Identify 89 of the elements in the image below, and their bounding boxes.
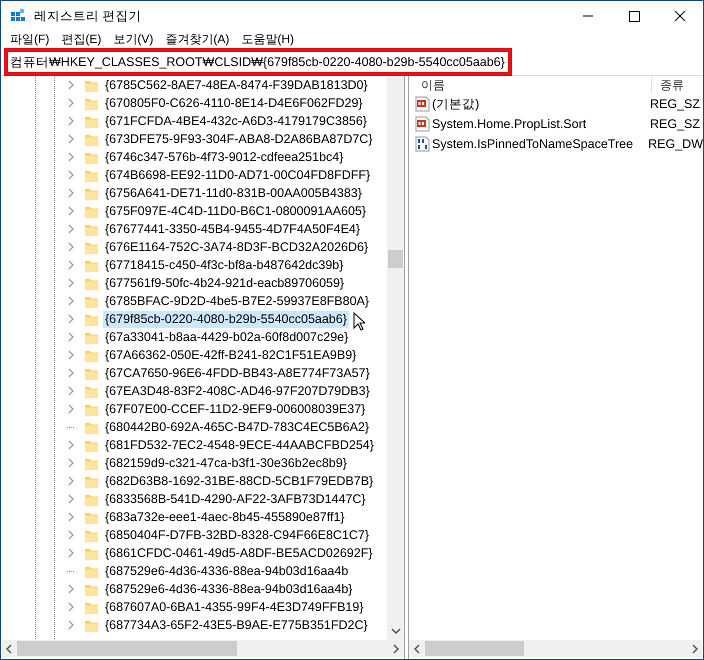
column-header[interactable]: 종류 [652, 76, 684, 94]
value-name[interactable]: System.IsPinnedToNameSpaceTree [432, 137, 648, 151]
string-value-icon [415, 116, 430, 132]
expand-icon[interactable] [67, 116, 75, 126]
expand-icon[interactable] [67, 368, 75, 378]
tree-item[interactable]: {682D63B8-1692-31BE-88CD-5CB1F79EDB7B} [103, 472, 376, 490]
column-header[interactable]: 이름 [409, 76, 652, 94]
binary-value-icon [415, 136, 430, 152]
expand-icon[interactable] [67, 224, 75, 234]
expand-icon[interactable] [67, 530, 75, 540]
expand-icon[interactable] [67, 278, 75, 288]
tree-item[interactable]: {687607A0-6BA1-4355-99F4-4E3D749FFB19} [103, 598, 366, 616]
tree-item[interactable]: {683a732e-eee1-4aec-8b45-455890e87ff1} [103, 508, 347, 526]
tree-item[interactable]: {67F07E00-CCEF-11D2-9EF9-006008039E37} [103, 400, 368, 418]
chevron-left-icon[interactable] [414, 644, 420, 654]
value-type: REG_DW [648, 137, 703, 151]
chevron-right-icon[interactable] [393, 644, 399, 654]
expand-icon[interactable] [67, 98, 75, 108]
expand-icon[interactable] [67, 152, 75, 162]
value-name[interactable]: System.Home.PropList.Sort [432, 117, 650, 131]
value-type: REG_SZ [650, 97, 700, 111]
tree-item[interactable]: {67a33041-b8aa-4429-b02a-60f8d007c29e} [103, 328, 350, 346]
tree-item[interactable]: {67677441-3350-45B4-9455-4D7F4A50F4E4} [103, 220, 362, 238]
expand-icon[interactable] [67, 602, 75, 612]
expand-icon[interactable] [67, 512, 75, 522]
expand-icon[interactable] [67, 386, 75, 396]
window-title: 레지스트리 편집기 [34, 8, 142, 24]
expand-icon[interactable] [67, 620, 75, 630]
tree-item[interactable]: {67CA7650-96E6-4FDD-BB43-A8E774F73A57} [103, 364, 372, 382]
expand-icon[interactable] [67, 260, 75, 270]
horizontal-scrollbar[interactable] [409, 640, 703, 657]
chevron-down-icon[interactable] [391, 628, 401, 634]
tree-item[interactable]: {676E1164-752C-3A74-8D3F-BCD32A2026D6} [103, 238, 370, 256]
tree-item[interactable]: {67718415-c450-4f3c-bf8a-b487642dc39b} [103, 256, 346, 274]
tree-item[interactable]: {687529e6-4d36-4336-88ea-94b03d16aa4b} [103, 580, 354, 598]
expand-icon[interactable] [67, 206, 75, 216]
expand-icon[interactable] [67, 494, 75, 504]
scrollbar-thumb[interactable] [388, 250, 403, 268]
expand-icon[interactable] [67, 188, 75, 198]
expand-icon[interactable] [67, 476, 75, 486]
expand-icon[interactable] [67, 548, 75, 558]
tree-item[interactable]: {6861CFDC-0461-49d5-A8DF-BE5ACD02692F} [103, 544, 375, 562]
mouse-pointer-icon [353, 312, 365, 331]
tree-item[interactable]: {677561f9-50fc-4b24-921d-eacb89706059} [103, 274, 346, 292]
tree-item[interactable]: {6785BFAC-9D2D-4be5-B7E2-59937E8FB80A} [103, 292, 372, 310]
vertical-scrollbar[interactable] [387, 76, 404, 640]
tree-item[interactable]: {687734A3-65F2-43E5-B9AE-E775B351FD2C} [103, 616, 370, 634]
address-field[interactable]: 컴퓨터₩HKEY_CLASSES_ROOT₩CLSID₩{679f85cb-0220-4080-b29b-5540cc05aab6} [1, 52, 703, 72]
tree-item[interactable]: {671FCFDA-4BE4-432c-A6D3-4179179C3856} [103, 112, 369, 130]
expand-icon[interactable] [67, 314, 75, 324]
tree-item[interactable]: {67EA3D48-83F2-408C-AD46-97F207D79DB3} [103, 382, 372, 400]
expand-icon[interactable] [67, 170, 75, 180]
menu-item[interactable]: 도움말(H) [240, 32, 295, 46]
tree-item[interactable]: {673DFE75-9F93-304F-ABA8-D2A86BA87D7C} [103, 130, 375, 148]
expand-icon[interactable] [67, 404, 75, 414]
menu-item[interactable]: 파일(F) [9, 32, 50, 46]
tree-item[interactable]: {682159d9-c321-47ca-b3f1-30e36b2ec8b9} [103, 454, 349, 472]
app-icon [10, 8, 26, 24]
tree-item[interactable]: {6833568B-541D-4290-AF22-3AFB73D1447C} [103, 490, 368, 508]
chevron-right-icon[interactable] [692, 644, 698, 654]
tree-item[interactable]: {675F097E-4C4D-11D0-B6C1-0800091AA605} [103, 202, 368, 220]
value-type: REG_SZ [650, 117, 700, 131]
expand-icon[interactable] [67, 584, 75, 594]
tree-item[interactable]: {670805F0-C626-4110-8E14-D4E6F062FD29} [103, 94, 365, 112]
expand-icon[interactable] [67, 134, 75, 144]
tree-item[interactable]: {674B6698-EE92-11D0-AD71-00C04FD8FDFF} [103, 166, 372, 184]
string-value-icon [415, 96, 430, 112]
menu-item[interactable]: 편집(E) [60, 32, 102, 46]
tree-item[interactable]: {680442B0-692A-465C-B47D-783C4EC5B6A2} [103, 418, 372, 436]
expand-icon[interactable] [67, 332, 75, 342]
expand-icon[interactable] [67, 440, 75, 450]
tree-item[interactable]: {687529e6-4d36-4336-88ea-94b03d16aa4b [103, 562, 350, 580]
chevron-left-icon[interactable] [6, 644, 12, 654]
tree-item[interactable]: {681FD532-7EC2-4548-9ECE-44AABCFBD254} [103, 436, 376, 454]
tree-item[interactable]: {6785C562-8AE7-48EA-8474-F39DAB1813D0} [103, 76, 370, 94]
expand-icon[interactable] [67, 80, 75, 90]
horizontal-scrollbar[interactable] [1, 640, 404, 657]
tree-item[interactable]: {679f85cb-0220-4080-b29b-5540cc05aab6} [103, 310, 349, 328]
menu-item[interactable]: 즐겨찾기(A) [164, 32, 230, 46]
tree-item[interactable]: {6746c347-576b-4f73-9012-cdfeea251bc4} [103, 148, 346, 166]
tree-item[interactable]: {6756A641-DE71-11d0-831B-00AA005B4383} [103, 184, 364, 202]
value-name[interactable]: (기본값) [432, 96, 650, 112]
expand-icon[interactable] [67, 296, 75, 306]
tree-item[interactable]: {67A66362-050E-42ff-B241-82C1F51EA9B9} [103, 346, 358, 364]
tree-item[interactable]: {6850404F-D7FB-32BD-8328-C94F66E8C1C7} [103, 526, 372, 544]
expand-icon[interactable] [67, 350, 75, 360]
expand-icon[interactable] [67, 458, 75, 468]
menu-item[interactable]: 보기(V) [112, 32, 154, 46]
expand-icon[interactable] [67, 242, 75, 252]
